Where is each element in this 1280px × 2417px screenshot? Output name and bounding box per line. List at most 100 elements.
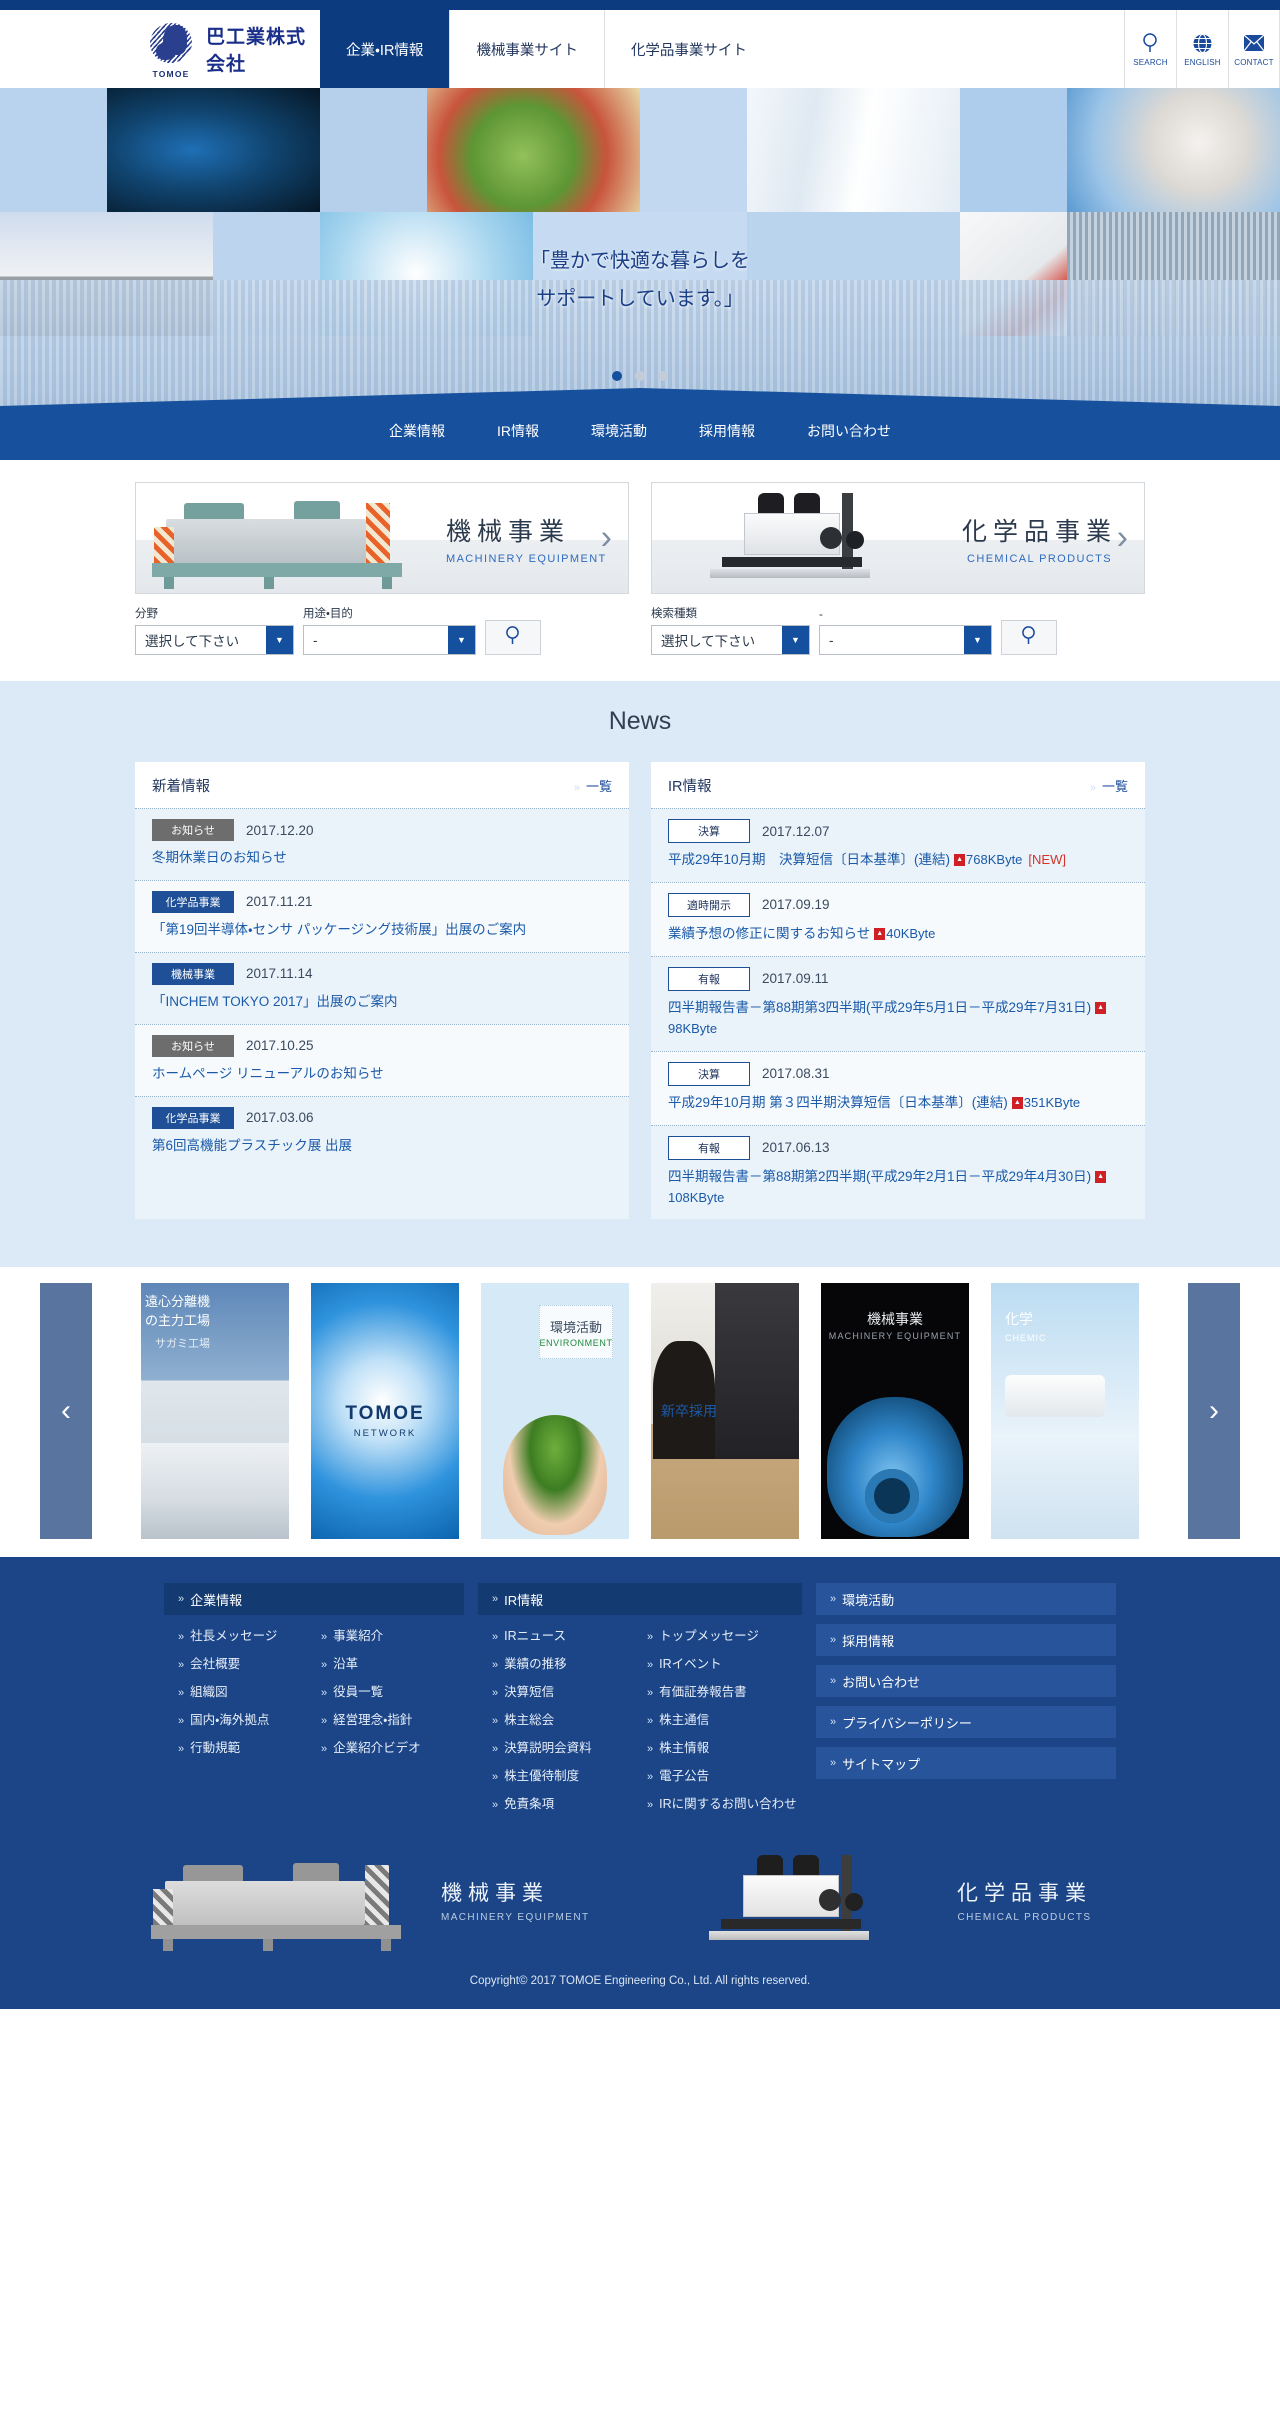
slider-dot-1[interactable] (612, 371, 622, 381)
carousel-slide-environment[interactable]: 環境活動 ENVIRONMENT (481, 1283, 629, 1540)
footer-link-sitemap[interactable]: サイトマップ (816, 1747, 1116, 1780)
contact-button[interactable]: CONTACT (1228, 10, 1280, 88)
news-item[interactable]: 適時開示 2017.09.19 業績予想の修正に関するお知らせ 40KByte (651, 881, 1145, 956)
chevron-down-icon: ▼ (782, 626, 809, 654)
news-item[interactable]: 有報 2017.09.11 四半期報告書－第88期第3四半期(平成29年5月1日… (651, 955, 1145, 1051)
nav-chemical-site[interactable]: 化学品事業サイト (603, 10, 773, 88)
footer-link[interactable]: 株主情報 (647, 1737, 802, 1756)
carousel-prev-button[interactable]: ‹ (40, 1283, 92, 1540)
news-item[interactable]: 決算 2017.12.07 平成29年10月期 決算短信〔日本基準〕(連結) 76… (651, 808, 1145, 882)
chemical-banner-link[interactable]: 化学品事業 CHEMICAL PRODUCTS › (651, 482, 1145, 594)
footer-link[interactable]: 株主通信 (647, 1709, 802, 1728)
footer-link[interactable]: 企業紹介ビデオ (321, 1737, 464, 1756)
footer-link[interactable]: 事業紹介 (321, 1625, 464, 1644)
carousel-next-button[interactable]: › (1188, 1283, 1240, 1540)
news-tag: 化学品事業 (152, 890, 234, 913)
footer-link[interactable]: 経営理念・指針 (321, 1709, 464, 1728)
chemical-field1-label: 検索種類 (651, 608, 697, 620)
english-button[interactable]: ENGLISH (1176, 10, 1228, 88)
footer-banner-machinery[interactable]: 機械事業 MACHINERY EQUIPMENT (135, 1845, 629, 1956)
footer-link[interactable]: IRイベント (647, 1653, 802, 1672)
chevron-down-icon: ▼ (448, 626, 475, 654)
hero-nav-corporate[interactable]: 企業情報 (389, 407, 445, 441)
footer-link[interactable]: 国内・海外拠点 (178, 1709, 321, 1728)
news-item[interactable]: 化学品事業 2017.03.06 第6回高機能プラスチック展 出展 (135, 1095, 629, 1168)
news-text: 平成29年10月期 決算短信〔日本基準〕(連結) (668, 852, 951, 867)
footer-link[interactable]: トップメッセージ (647, 1625, 802, 1644)
news-item[interactable]: 機械事業 2017.11.14 「INCHEM TOKYO 2017」出展のご案… (135, 951, 629, 1024)
footer-link[interactable]: IRに関するお問い合わせ (647, 1793, 802, 1812)
slider-pagination[interactable] (0, 371, 1280, 381)
slider-dot-2[interactable] (635, 371, 645, 381)
news-date: 2017.09.11 (762, 971, 829, 987)
chemical-field2-value: - (829, 632, 834, 648)
news-item[interactable]: お知らせ 2017.12.20 冬期休業日のお知らせ (135, 808, 629, 880)
news-column-updates: 新着情報 一覧 お知らせ 2017.12.20 冬期休業日のお知らせ 化学品事業… (135, 762, 629, 1220)
footer-link[interactable]: 有価証券報告書 (647, 1681, 802, 1700)
news-item[interactable]: お知らせ 2017.10.25 ホームページ リニューアルのお知らせ (135, 1023, 629, 1096)
footer-link-recruit[interactable]: 採用情報 (816, 1624, 1116, 1657)
machinery-banner-link[interactable]: 機械事業 MACHINERY EQUIPMENT › (135, 482, 629, 594)
chemical-field1-select[interactable]: 選択して下さい ▼ (651, 625, 810, 655)
footer-link[interactable]: 組織図 (178, 1681, 321, 1700)
chemical-field2-select[interactable]: - ▼ (819, 625, 992, 655)
carousel-slide-machinery[interactable]: 機械事業 MACHINERY EQUIPMENT (821, 1283, 969, 1540)
carousel-slide-network[interactable]: TOMOE NETWORK (311, 1283, 459, 1540)
footer-link-environment[interactable]: 環境活動 (816, 1583, 1116, 1616)
hero-nav-recruit[interactable]: 採用情報 (699, 407, 755, 441)
footer-link[interactable]: 社長メッセージ (178, 1625, 321, 1644)
machinery-field1-select[interactable]: 選択して下さい ▼ (135, 625, 294, 655)
footer-link[interactable]: 免責条項 (492, 1793, 647, 1812)
news-tag: お知らせ (152, 819, 234, 841)
footer-link[interactable]: IRニュース (492, 1625, 647, 1644)
footer-link[interactable]: 決算説明会資料 (492, 1737, 647, 1756)
footer-link[interactable]: 株主優待制度 (492, 1765, 647, 1784)
contact-label: CONTACT (1234, 58, 1274, 67)
mail-icon (1243, 31, 1265, 55)
footer-link[interactable]: 株主総会 (492, 1709, 647, 1728)
site-logo[interactable]: TOMOE 巴工業株式会社 (0, 10, 320, 88)
hero-nav-contact[interactable]: お問い合わせ (807, 407, 891, 441)
news-item[interactable]: 有報 2017.06.13 四半期報告書－第88期第2四半期(平成29年2月1日… (651, 1124, 1145, 1220)
chemical-title-jp: 化学品事業 (962, 517, 1118, 546)
footer-heading-ir[interactable]: IR情報 (478, 1583, 802, 1616)
hero-slider[interactable]: 「豊かで快適な暮らしを サポートしています。」 企業情報 IR情報 環境活動 採… (0, 88, 1280, 460)
nav-machinery-site[interactable]: 機械事業サイト (449, 10, 604, 88)
footer-link[interactable]: 決算短信 (492, 1681, 647, 1700)
chemical-search-button[interactable] (1001, 620, 1057, 655)
news-tag: 有報 (668, 966, 750, 991)
footer-link[interactable]: 業績の推移 (492, 1653, 647, 1672)
footer-link-privacy[interactable]: プライバシーポリシー (816, 1706, 1116, 1739)
news-section-title: News (608, 707, 672, 735)
news-item[interactable]: 化学品事業 2017.11.21 「第19回半導体・センサ パッケージング技術展… (135, 879, 629, 952)
hero-nav-environment[interactable]: 環境活動 (591, 407, 647, 441)
footer-link[interactable]: 役員一覧 (321, 1681, 464, 1700)
footer-banner-chemical[interactable]: 化学品事業 CHEMICAL PRODUCTS (651, 1845, 1145, 1956)
news-date: 2017.09.19 (762, 897, 830, 913)
updates-more-link[interactable]: 一覧 (574, 776, 612, 795)
nav-corporate-ir[interactable]: 企業・IR情報 (320, 10, 450, 88)
news-tag: 決算 (668, 1061, 750, 1086)
tile-salad (426, 88, 640, 212)
machinery-search-button[interactable] (485, 620, 541, 655)
news-item[interactable]: 決算 2017.08.31 平成29年10月期 第３四半期決算短信〔日本基準〕(… (651, 1050, 1145, 1125)
hero-nav-ir[interactable]: IR情報 (497, 407, 539, 441)
promo-carousel[interactable]: ‹ 遠心分離機 の主力工場 サガミ工場 TOMOE NETWORK 環境活動 E… (0, 1267, 1280, 1558)
slider-dot-3[interactable] (658, 371, 668, 381)
chevron-down-icon: ▼ (964, 626, 991, 654)
machinery-field2-select[interactable]: - ▼ (303, 625, 476, 655)
footer-link[interactable]: 会社概要 (178, 1653, 321, 1672)
chemical-slide-en: CHEMIC (1005, 1333, 1047, 1344)
footer-column-corporate: 企業情報 社長メッセージ 会社概要 組織図 国内・海外拠点 行動規範 事業紹介 … (164, 1583, 464, 1821)
footer-link[interactable]: 行動規範 (178, 1737, 321, 1756)
ir-more-link[interactable]: 一覧 (1090, 776, 1128, 795)
carousel-slide-factory[interactable]: 遠心分離機 の主力工場 サガミ工場 (141, 1283, 289, 1540)
footer-link[interactable]: 電子公告 (647, 1765, 802, 1784)
footer-link-contact[interactable]: お問い合わせ (816, 1665, 1116, 1698)
footer-corporate-left-list: 社長メッセージ 会社概要 組織図 国内・海外拠点 行動規範 (178, 1625, 321, 1765)
footer-link[interactable]: 沿革 (321, 1653, 464, 1672)
search-button[interactable]: SEARCH (1124, 10, 1176, 88)
carousel-slide-chemical[interactable]: 化学 CHEMIC (991, 1283, 1139, 1540)
carousel-slide-recruit[interactable]: 新卒採用 (651, 1283, 799, 1540)
footer-heading-corporate[interactable]: 企業情報 (164, 1583, 464, 1616)
